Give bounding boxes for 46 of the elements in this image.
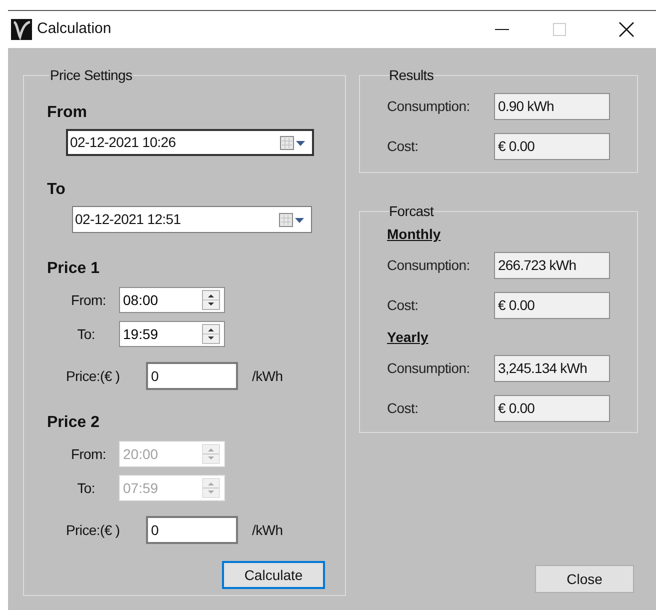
- field-label: From:: [70, 290, 106, 310]
- field-label: Price:(€ ): [66, 520, 121, 540]
- price-input[interactable]: 0: [146, 362, 238, 390]
- readonly-field: 3,245.134 kWh: [494, 354, 610, 382]
- field-label: To:: [76, 478, 95, 498]
- section-heading: Yearly: [387, 328, 428, 347]
- readonly-field: 266.723 kWh: [494, 252, 610, 278]
- time-spinner[interactable]: 08:00: [119, 287, 225, 313]
- date-value: 02-12-2021 10:26: [69, 133, 177, 152]
- field-label: Consumption:: [387, 256, 471, 275]
- calculate-button[interactable]: Calculate: [222, 561, 325, 589]
- readonly-field: € 0.00: [494, 292, 610, 318]
- section-heading: Monthly: [387, 225, 441, 244]
- readonly-field: 0.90 kWh: [494, 92, 610, 120]
- date-value: 02-12-2021 12:51: [74, 210, 182, 229]
- calendar-dropdown-icon[interactable]: [279, 212, 305, 226]
- close-icon[interactable]: [619, 22, 634, 37]
- field-label: Cost:: [387, 296, 420, 314]
- section-heading: Price 2: [47, 413, 100, 433]
- date-time-picker[interactable]: 02-12-2021 12:51: [72, 206, 312, 233]
- unit-label: /kWh: [252, 520, 283, 540]
- app-logo-icon: [11, 19, 32, 40]
- section-heading: To: [47, 180, 66, 200]
- window-title: Calculation: [37, 19, 112, 40]
- date-time-picker[interactable]: 02-12-2021 10:26: [66, 129, 314, 156]
- section-heading: Price 1: [47, 259, 100, 279]
- section-heading: From: [47, 103, 88, 123]
- group-title: Forcast: [389, 202, 434, 221]
- field-label: Consumption:: [387, 96, 471, 116]
- time-spinner[interactable]: 19:59: [119, 321, 225, 347]
- group-title: Price Settings: [49, 66, 134, 85]
- unit-label: /kWh: [252, 366, 283, 386]
- minimize-icon[interactable]: [495, 28, 509, 30]
- spinner-arrows-icon[interactable]: [202, 324, 220, 344]
- field-label: Price:(€ ): [66, 366, 121, 386]
- readonly-field: € 0.00: [494, 394, 610, 422]
- field-label: From:: [70, 444, 106, 464]
- field-label: Cost:: [387, 136, 420, 156]
- group-title: Results: [389, 66, 434, 85]
- field-label: To:: [76, 324, 95, 344]
- field-label: Consumption:: [387, 358, 471, 378]
- spinner-arrows-icon[interactable]: [202, 290, 220, 310]
- readonly-field: € 0.00: [494, 132, 610, 160]
- close-button[interactable]: Close: [535, 565, 634, 593]
- calendar-dropdown-icon[interactable]: [280, 136, 306, 150]
- field-label: Cost:: [387, 398, 420, 418]
